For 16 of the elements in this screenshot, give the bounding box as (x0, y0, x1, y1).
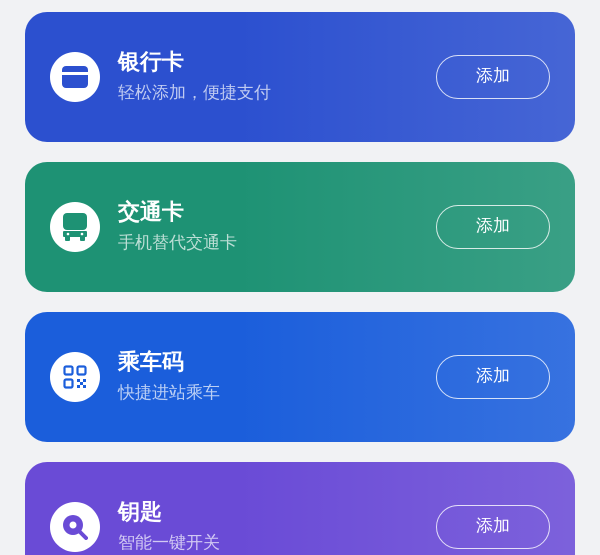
card-title: 钥匙 (118, 499, 163, 527)
add-button[interactable]: 添加 (436, 205, 550, 249)
qr-code-icon (63, 365, 87, 389)
card-subtitle: 轻松添加，便捷支付 (118, 82, 272, 105)
card-subtitle: 手机替代交通卡 (118, 232, 238, 255)
card-icon (62, 66, 88, 88)
card-subtitle: 快捷进站乘车 (118, 382, 221, 405)
card-subtitle: 智能一键开关 (118, 532, 221, 555)
add-button[interactable]: 添加 (436, 505, 550, 549)
card-title: 乘车码 (118, 349, 185, 377)
add-button[interactable]: 添加 (436, 55, 550, 99)
add-button[interactable]: 添加 (436, 355, 550, 399)
card-title: 银行卡 (118, 49, 185, 77)
bus-icon (63, 213, 87, 241)
card-title: 交通卡 (118, 198, 185, 227)
magnifier-icon (62, 514, 88, 540)
